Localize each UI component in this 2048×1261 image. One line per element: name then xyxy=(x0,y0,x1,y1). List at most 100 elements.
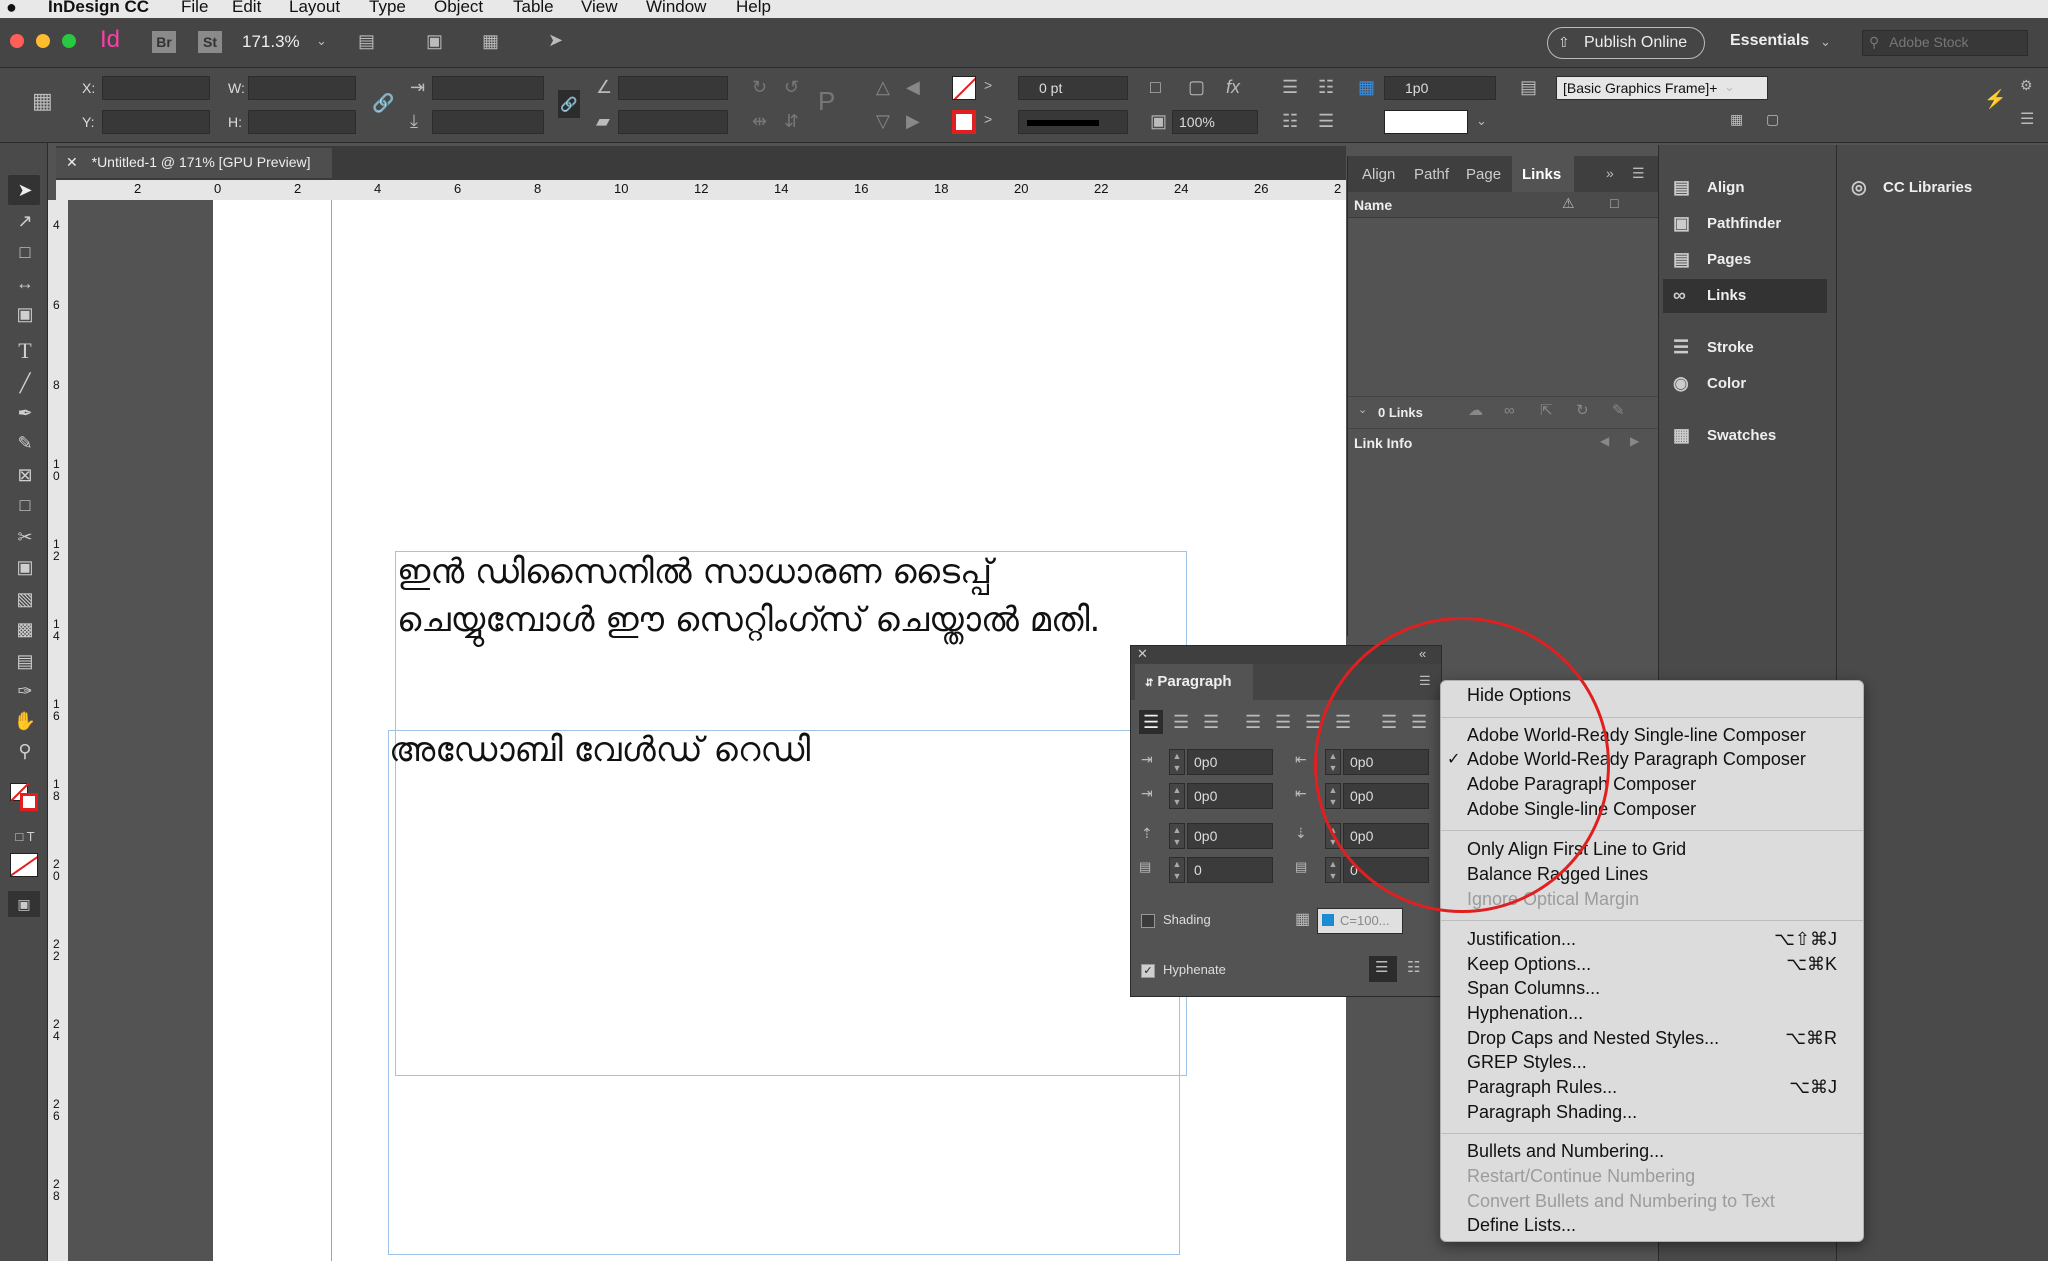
align-right-icon[interactable]: ☰ xyxy=(1203,713,1219,731)
tab-links[interactable]: Links xyxy=(1512,156,1574,192)
spinner[interactable]: ▲ ▼ xyxy=(1169,857,1185,883)
spinner[interactable]: ▲ ▼ xyxy=(1169,823,1185,849)
rotate-ccw-icon[interactable]: ↺ xyxy=(784,78,799,96)
menu-single-line-composer[interactable]: Adobe Single-line Composer xyxy=(1467,799,1696,820)
justify-right-icon[interactable]: ☰ xyxy=(1305,713,1321,731)
panel-menu-icon[interactable]: ☰ xyxy=(2020,112,2034,128)
menu-bullets-numbering[interactable]: Bullets and Numbering... xyxy=(1467,1141,1664,1162)
close-icon[interactable]: ✕ xyxy=(66,154,78,170)
dock-item-color[interactable]: ◉ Color xyxy=(1659,367,1837,401)
shading-checkbox[interactable] xyxy=(1141,914,1155,928)
document-tab[interactable]: ✕ *Untitled-1 @ 171% [GPU Preview] xyxy=(56,148,332,178)
close-icon[interactable]: ✕ xyxy=(1137,646,1148,662)
direct-selection-tool-icon[interactable]: ↗ xyxy=(12,209,38,233)
gradient-feather-tool-icon[interactable]: ▩ xyxy=(12,617,38,641)
cloud-icon[interactable]: ☁ xyxy=(1468,403,1483,418)
go-to-link-icon[interactable]: ⇱ xyxy=(1540,403,1553,418)
menu-hide-options[interactable]: Hide Options xyxy=(1467,685,1571,706)
reference-point-icon[interactable]: ▦ xyxy=(32,90,53,112)
menu-table[interactable]: Table xyxy=(513,0,554,17)
spinner[interactable]: ▲ ▼ xyxy=(1169,749,1185,775)
arrange-documents-icon[interactable]: ▦ xyxy=(482,32,499,50)
right-indent-field[interactable]: 0p0 xyxy=(1343,749,1429,775)
shading-pattern-icon[interactable]: ▦ xyxy=(1295,912,1310,928)
panel-collapse-icon[interactable]: » xyxy=(1606,166,1614,180)
formatting-affects-icon[interactable]: □ T xyxy=(12,825,38,849)
tab-pathfinder[interactable]: Pathf xyxy=(1414,166,1449,183)
page-column-icon[interactable]: □ xyxy=(1610,196,1618,210)
menu-grep-styles[interactable]: GREP Styles... xyxy=(1467,1052,1587,1073)
panel-menu-icon[interactable]: ☰ xyxy=(1419,674,1431,687)
last-line-indent-field[interactable]: 0p0 xyxy=(1343,783,1429,809)
menu-world-ready-paragraph-composer[interactable]: Adobe World-Ready Paragraph Composer xyxy=(1467,749,1806,770)
justify-all-icon[interactable]: ☰ xyxy=(1335,713,1351,731)
align-top-icon[interactable]: ☰ xyxy=(1282,78,1298,96)
select-previous-icon[interactable]: ◀ xyxy=(906,78,920,96)
menu-world-ready-single-line-composer[interactable]: Adobe World-Ready Single-line Composer xyxy=(1467,725,1806,746)
lightning-icon[interactable]: ⚡ xyxy=(1984,90,2006,108)
do-not-align-grid-button[interactable]: ☰ xyxy=(1369,956,1397,982)
align-center-icon[interactable]: ☰ xyxy=(1173,713,1189,731)
selection-tool-icon[interactable]: ➤ xyxy=(12,178,38,202)
apple-icon[interactable]: ● xyxy=(6,0,17,18)
text-wrap-icon[interactable]: □ xyxy=(1150,78,1161,96)
object-style-select[interactable]: [Basic Graphics Frame]+ xyxy=(1556,76,1768,100)
menu-view[interactable]: View xyxy=(581,0,618,17)
auto-fit-icon[interactable]: ▦ xyxy=(1358,78,1375,96)
zoom-window-button[interactable] xyxy=(62,34,76,48)
drop-cap-characters-field[interactable]: 0 xyxy=(1343,857,1429,883)
menu-paragraph-shading[interactable]: Paragraph Shading... xyxy=(1467,1102,1637,1123)
spinner[interactable]: ▲ ▼ xyxy=(1325,823,1341,849)
chevron-down-icon[interactable]: ⌄ xyxy=(1724,80,1735,93)
align-away-spine-icon[interactable]: ☰ xyxy=(1411,713,1427,731)
screen-mode-icon[interactable]: ▣ xyxy=(8,891,40,917)
rotation-field[interactable] xyxy=(618,76,728,100)
align-center-icon[interactable]: ☷ xyxy=(1318,78,1334,96)
align-baseline-grid-icon[interactable]: ☷ xyxy=(1407,960,1420,975)
dock-item-pathfinder[interactable]: ▣ Pathfinder xyxy=(1659,207,1837,241)
space-after-field[interactable]: 0p0 xyxy=(1343,823,1429,849)
free-transform-tool-icon[interactable]: ▣ xyxy=(12,555,38,579)
w-field[interactable] xyxy=(248,76,356,100)
hyphenate-checkbox[interactable]: ✓ xyxy=(1141,964,1155,978)
menu-keep-options[interactable]: Keep Options... xyxy=(1467,954,1591,975)
column-name[interactable]: Name xyxy=(1354,197,1392,213)
quick-apply-icon[interactable]: ▦ xyxy=(1730,112,1743,126)
spinner[interactable]: ▲ ▼ xyxy=(1169,783,1185,809)
relink-icon[interactable]: ∞ xyxy=(1504,403,1515,418)
view-options-icon[interactable]: ▤ xyxy=(358,32,375,50)
justify-vertical-icon[interactable]: ☰ xyxy=(1318,112,1334,130)
menu-help[interactable]: Help xyxy=(736,0,771,17)
menu-span-columns[interactable]: Span Columns... xyxy=(1467,978,1600,999)
menu-window[interactable]: Window xyxy=(646,0,706,17)
menu-drop-caps-nested-styles[interactable]: Drop Caps and Nested Styles... xyxy=(1467,1028,1719,1049)
dock-item-cc-libraries[interactable]: ◎ CC Libraries xyxy=(1837,171,2047,205)
constrain-scale-icon[interactable]: 🔗 xyxy=(558,90,580,118)
menu-paragraph-composer[interactable]: Adobe Paragraph Composer xyxy=(1467,774,1696,795)
minimize-window-button[interactable] xyxy=(36,34,50,48)
flip-horizontal-icon[interactable]: ⇹ xyxy=(752,112,767,130)
tab-align[interactable]: Align xyxy=(1362,166,1395,183)
panel-menu-icon[interactable]: ☰ xyxy=(1632,166,1645,180)
stroke-swatch[interactable] xyxy=(952,110,976,134)
menu-type[interactable]: Type xyxy=(369,0,406,17)
shading-color-select[interactable]: C=100... xyxy=(1317,908,1403,934)
column-gutter-field[interactable]: 1p0 xyxy=(1384,76,1496,100)
opacity-field[interactable]: 100% xyxy=(1172,110,1258,134)
drop-cap-lines-field[interactable]: 0 xyxy=(1187,857,1273,883)
stroke-color-icon[interactable] xyxy=(20,793,38,811)
screen-mode-icon[interactable]: ▣ xyxy=(426,32,443,50)
adobe-stock-search[interactable]: ⚲ Adobe Stock xyxy=(1862,30,2028,56)
hand-tool-icon[interactable]: ✋ xyxy=(12,709,38,733)
menu-edit[interactable]: Edit xyxy=(232,0,261,17)
content-fill-swatch[interactable] xyxy=(1384,110,1468,134)
space-before-field[interactable]: 0p0 xyxy=(1187,823,1273,849)
spinner[interactable]: ▲ ▼ xyxy=(1325,857,1341,883)
rotate-cw-icon[interactable]: ↻ xyxy=(752,78,767,96)
edit-original-icon[interactable]: ✎ xyxy=(1612,403,1625,418)
scale-x-field[interactable] xyxy=(432,76,544,100)
justify-left-icon[interactable]: ☰ xyxy=(1245,713,1261,731)
type-tool-icon[interactable]: T xyxy=(12,339,38,363)
align-towards-spine-icon[interactable]: ☰ xyxy=(1381,713,1397,731)
justify-center-icon[interactable]: ☰ xyxy=(1275,713,1291,731)
